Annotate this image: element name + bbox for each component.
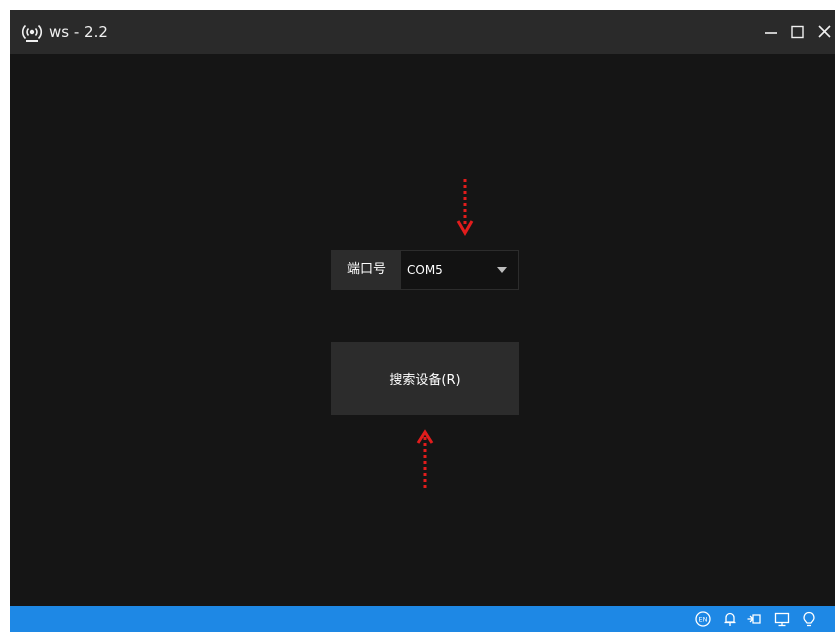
language-icon[interactable]: EN (694, 610, 712, 628)
chevron-down-icon (497, 267, 507, 273)
wireless-app-icon (21, 24, 43, 42)
port-label: 端口号 (332, 251, 401, 289)
maximize-icon[interactable] (788, 22, 808, 42)
port-selector: 端口号 COM5 (331, 250, 519, 290)
app-window: ws - 2.2 端口号 COM5 搜索设备(R) EN (10, 10, 835, 632)
title-bar[interactable]: ws - 2.2 (10, 10, 835, 54)
port-dropdown-value: COM5 (407, 263, 443, 277)
window-title: ws - 2.2 (49, 23, 108, 41)
bulb-icon[interactable] (800, 610, 818, 628)
close-icon[interactable] (815, 22, 835, 42)
main-content: 端口号 COM5 搜索设备(R) (10, 54, 835, 606)
search-device-button[interactable]: 搜索设备(R) (331, 342, 519, 415)
language-badge-text: EN (699, 616, 708, 624)
monitor-icon[interactable] (773, 610, 791, 628)
port-dropdown[interactable]: COM5 (401, 251, 518, 289)
bell-icon[interactable] (721, 610, 739, 628)
status-bar: EN (10, 606, 835, 632)
pin-icon[interactable] (746, 610, 764, 628)
annotation-arrow-down (456, 179, 474, 236)
minimize-icon[interactable] (762, 22, 782, 42)
annotation-arrow-up (416, 429, 434, 491)
